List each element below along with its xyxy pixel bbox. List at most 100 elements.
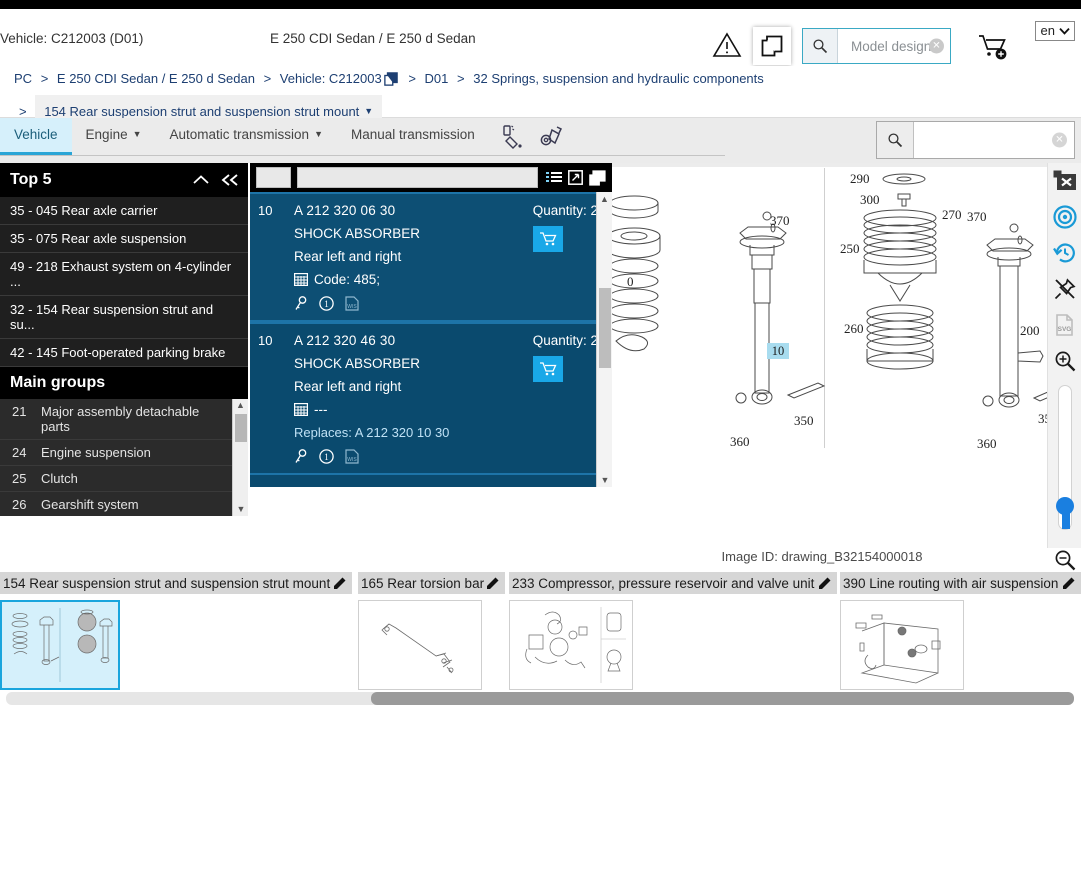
top5-item-2[interactable]: 49 - 218 Exhaust system on 4-cylinder ..… [0,253,248,296]
scroll-up-arrow-icon[interactable]: ▲ [233,399,248,412]
tab-vehicle[interactable]: Vehicle [0,118,72,155]
paint-spray-icon[interactable] [499,124,525,150]
global-search[interactable]: ✕ [876,121,1075,159]
scrollbar-thumb[interactable] [235,414,247,442]
list-view-icon[interactable] [546,171,562,185]
main-groups-scrollbar[interactable]: ▲ ▼ [232,399,248,516]
key-icon[interactable] [294,296,308,311]
main-group-row[interactable]: 26 Gearshift system [0,492,248,516]
zoom-slider-handle[interactable] [1055,497,1074,515]
wis-document-icon[interactable]: WIS [345,449,359,464]
model-design-search[interactable]: Model design ✕ [802,28,951,64]
grid-icon[interactable] [294,273,309,287]
copy-icon[interactable] [383,69,398,95]
parts-header-icon-group [544,169,606,186]
thumbnail-caption[interactable]: 233 Compressor, pressure reservoir and v… [509,572,837,594]
cart-add-icon[interactable] [976,33,1012,61]
tab-manual-transmission[interactable]: Manual transmission [337,118,489,155]
part-footer-icons: 1 WIS [294,449,600,464]
wis-document-icon[interactable]: WIS [345,296,359,311]
breadcrumb-item-3[interactable]: D01 [425,71,449,86]
position-filter-input[interactable] [256,167,291,188]
top5-item-1[interactable]: 35 - 075 Rear axle suspension [0,225,248,253]
zoom-in-icon[interactable] [1048,343,1081,379]
warning-triangle-icon[interactable] [712,32,742,58]
svg-export-icon[interactable]: SVG [1048,307,1081,343]
text-filter-input[interactable] [297,167,538,188]
part-code: --- [314,402,328,417]
language-selector[interactable]: en [1034,21,1075,41]
grid-icon[interactable] [294,403,309,417]
cart-icon [539,231,557,247]
scroll-up-arrow-icon[interactable]: ▲ [597,192,612,206]
main-group-row[interactable]: 21 Major assembly detachable parts [0,399,248,440]
target-icon[interactable] [1048,199,1081,235]
scroll-down-arrow-icon[interactable]: ▼ [597,473,612,487]
expand-icon[interactable] [568,170,583,185]
add-to-cart-button[interactable] [532,356,563,382]
top5-item-3[interactable]: 32 - 154 Rear suspension strut and su... [0,296,248,339]
svg-text:360: 360 [730,434,750,449]
parts-drawing[interactable]: 0 370 350 360 290 300 270 250 260 370 20… [612,163,1081,543]
main-group-row[interactable]: 25 Clutch [0,466,248,492]
part-item[interactable]: 10 A 212 320 46 30 SHOCK ABSORBER Rear l… [250,322,612,475]
edit-icon[interactable] [818,576,832,590]
edit-icon[interactable] [486,576,500,590]
tab-engine[interactable]: Engine ▼ [72,118,156,155]
parts-list-panel: 10 A 212 320 06 30 SHOCK ABSORBER Rear l… [250,163,612,487]
thumbnail-caption[interactable]: 390 Line routing with air suspension [840,572,1081,594]
search-input[interactable] [914,122,1074,156]
breadcrumb-item-1[interactable]: E 250 CDI Sedan / E 250 d Sedan [57,71,255,86]
breadcrumb-separator: > [40,71,49,86]
thumbnail-image[interactable] [0,600,120,690]
clear-icon[interactable]: ✕ [1052,132,1067,148]
unpin-icon[interactable] [1048,271,1081,307]
info-circle-icon[interactable]: 1 [319,296,334,311]
edit-icon[interactable] [333,576,347,590]
model-search-input-wrap[interactable]: Model design ✕ [838,38,950,54]
thumbnail-image[interactable] [840,600,964,690]
highlighted-callout-label: 10 [772,344,785,358]
copy-icon[interactable] [589,169,606,186]
scroll-down-arrow-icon[interactable]: ▼ [233,503,248,516]
search-icon [887,132,903,148]
info-circle-icon[interactable]: 1 [319,449,334,464]
close-window-icon[interactable] [1048,163,1081,199]
scrollbar-thumb[interactable] [599,288,611,368]
main-group-row[interactable]: 24 Engine suspension [0,440,248,466]
copy-button[interactable] [753,27,791,65]
copy-icon [761,35,783,57]
edit-icon[interactable] [1062,576,1076,590]
tools-icon[interactable] [539,124,567,150]
thumbnail-horizontal-scrollbar[interactable] [6,692,1074,705]
search-input-wrap[interactable]: ✕ [914,122,1074,158]
breadcrumb-item-4[interactable]: 32 Springs, suspension and hydraulic com… [473,71,764,86]
parts-list-scrollbar[interactable]: ▲ ▼ [596,192,612,487]
breadcrumb-item-2[interactable]: Vehicle: C212003 [280,71,382,86]
svg-text:0: 0 [627,274,634,289]
model-search-button[interactable] [803,29,838,63]
thumbnail-image[interactable] [358,600,482,690]
tab-automatic-transmission[interactable]: Automatic transmission ▼ [156,118,337,155]
breadcrumb-item-0[interactable]: PC [14,71,32,86]
thumbnail-image[interactable] [509,600,633,690]
top5-item-0[interactable]: 35 - 045 Rear axle carrier [0,197,248,225]
top5-item-4[interactable]: 42 - 145 Foot-operated parking brake [0,339,248,367]
chevrons-left-icon[interactable] [220,173,240,187]
scrollbar-thumb[interactable] [371,692,1074,705]
thumbnail-caption[interactable]: 165 Rear torsion bar [358,572,505,594]
top-black-strip [0,0,1081,9]
search-button[interactable] [877,122,914,158]
thumbnail-caption[interactable]: 154 Rear suspension strut and suspension… [0,572,352,594]
top5-list: 35 - 045 Rear axle carrier 35 - 075 Rear… [0,197,248,367]
clear-icon[interactable]: ✕ [929,38,944,54]
key-icon[interactable] [294,449,308,464]
add-to-cart-button[interactable] [532,226,563,252]
part-item[interactable]: 10 A 212 320 06 30 SHOCK ABSORBER Rear l… [250,192,612,322]
svg-text:WIS: WIS [347,457,357,463]
zoom-slider[interactable] [1055,385,1074,530]
tab-label: Manual transmission [351,127,475,142]
chevron-up-icon[interactable] [192,173,210,187]
model-search-placeholder: Model design [851,38,932,54]
history-reset-icon[interactable] [1048,235,1081,271]
